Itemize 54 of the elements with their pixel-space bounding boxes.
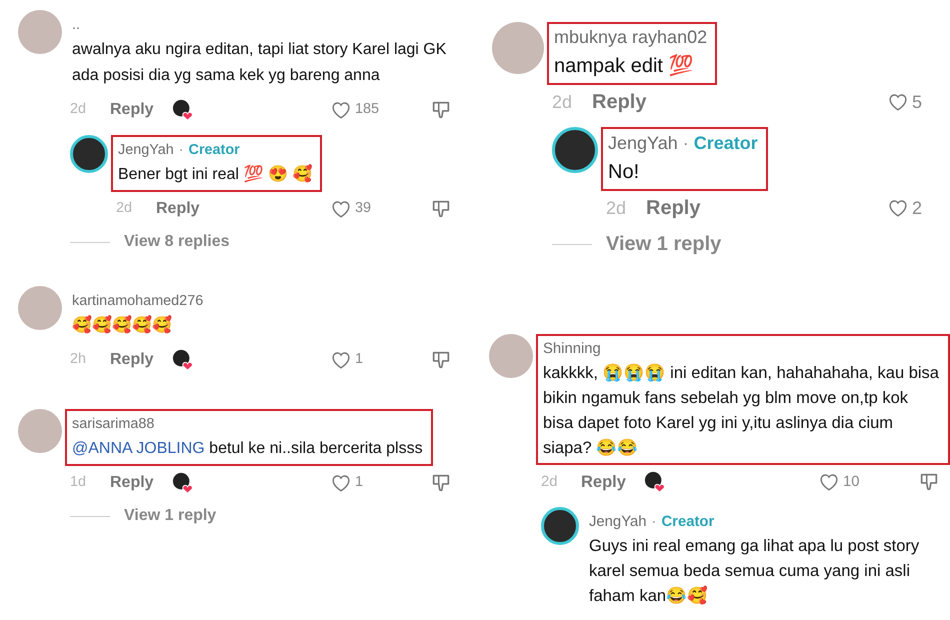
- like-count: 2: [912, 196, 924, 220]
- thumbs-down-icon[interactable]: [430, 99, 452, 121]
- thumbs-down-icon[interactable]: [430, 349, 452, 371]
- username[interactable]: kartinamohamed276: [72, 293, 204, 309]
- timestamp: 2d: [70, 100, 88, 120]
- view-replies-button[interactable]: View 1 reply: [606, 229, 722, 259]
- reply-button[interactable]: Reply: [646, 193, 700, 223]
- comment-text: Bener bgt ini real 💯 😍 🥰: [118, 163, 312, 185]
- separator-dot: ·: [682, 133, 689, 153]
- like-count: 10: [843, 472, 861, 492]
- comment-text: kakkkk, 😭😭😭 ini editan kan, hahahahaha, kau bisa bikin ngamuk fans sebelah yg blm move on,tp kok bisa dapet foto Karel yg ini y,itu aslinya dia cium siapa? 😂😂: [543, 362, 940, 459]
- view-replies-button[interactable]: View 8 replies: [124, 230, 230, 254]
- creator-label: Creator: [661, 514, 714, 530]
- thumbs-down-icon[interactable]: [430, 472, 452, 494]
- like-count: 39: [355, 199, 372, 218]
- like-count: 5: [912, 90, 924, 114]
- like-count: 1: [355, 473, 364, 492]
- reply-button[interactable]: Reply: [110, 348, 154, 372]
- comment-text: awalnya aku ngira editan, tapi liat story Karel lagi GK ada posisi dia yg sama kek yg bareng anna: [72, 40, 448, 86]
- timestamp: 2d: [116, 199, 134, 218]
- comment-text: @ANNA JOBLING betul ke ni..sila bercerita plsss: [72, 439, 423, 459]
- separator-dot: ·: [652, 514, 656, 530]
- view-replies-button[interactable]: View 1 reply: [124, 504, 216, 528]
- timestamp: 2d: [552, 90, 574, 114]
- username[interactable]: JengYah: [118, 142, 174, 158]
- username[interactable]: sarisarima88: [72, 416, 154, 432]
- comment-text: No!: [608, 160, 640, 185]
- username[interactable]: JengYah: [608, 133, 678, 153]
- like-count: 185: [355, 100, 380, 120]
- username[interactable]: JengYah: [589, 514, 646, 530]
- reply-button[interactable]: Reply: [110, 98, 154, 122]
- reply-button[interactable]: Reply: [581, 470, 626, 494]
- username[interactable]: Shinning: [543, 341, 601, 357]
- creator-label: Creator: [694, 133, 758, 153]
- comment-text: Guys ini real emang ga lihat apa lu post story karel semua beda semua cuma yang ini asli faham kan😂🥰: [589, 536, 920, 607]
- username[interactable]: ..: [72, 17, 80, 33]
- separator-dot: ·: [178, 142, 184, 158]
- timestamp: 2d: [541, 472, 559, 492]
- timestamp: 1d: [70, 473, 88, 492]
- thumbs-down-icon[interactable]: [430, 198, 452, 220]
- reply-button[interactable]: Reply: [156, 197, 200, 221]
- timestamp: 2d: [606, 196, 628, 220]
- reply-button[interactable]: Reply: [110, 471, 154, 495]
- reply-button[interactable]: Reply: [592, 87, 646, 117]
- comment-text: 🥰🥰🥰🥰🥰: [72, 314, 173, 336]
- avatar[interactable]: [70, 135, 108, 173]
- timestamp: 2h: [70, 350, 88, 370]
- avatar[interactable]: [541, 507, 579, 545]
- like-count: 1: [355, 350, 364, 370]
- username[interactable]: mbuknya rayhan02: [554, 27, 708, 47]
- creator-label: Creator: [188, 142, 240, 158]
- comment-text: nampak edit 💯: [554, 53, 695, 79]
- avatar[interactable]: [552, 127, 598, 173]
- mention-link[interactable]: @ANNA JOBLING: [72, 440, 205, 457]
